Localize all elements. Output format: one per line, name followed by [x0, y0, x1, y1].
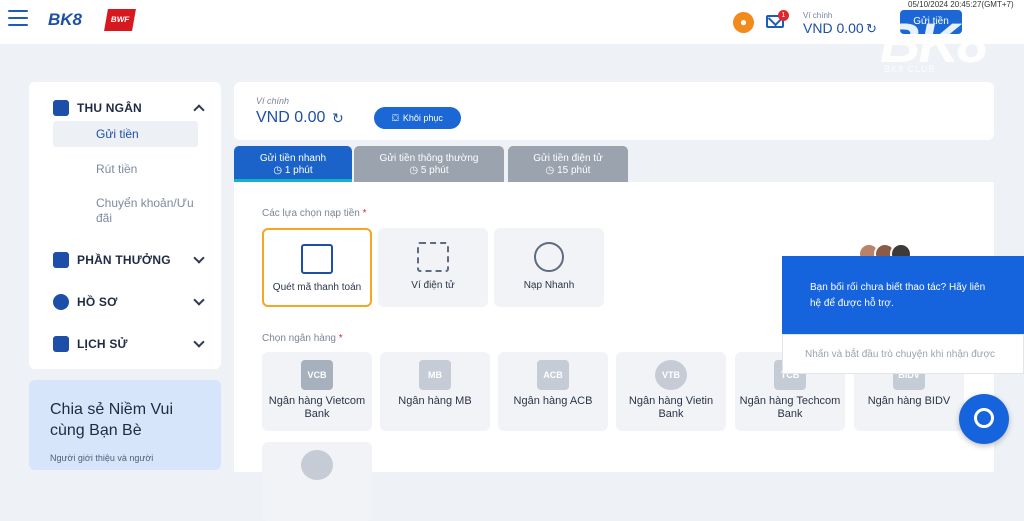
bk8-watermark-logo: BK8: [880, 11, 988, 74]
bank-logo-icon: [301, 450, 333, 480]
vietinbank-logo-icon: VTB: [655, 360, 687, 390]
share-text: Người giới thiệu và người: [50, 453, 154, 463]
sidebar-item-profile[interactable]: HỒ SƠ: [53, 294, 205, 310]
clock-icon: ◷: [409, 165, 421, 176]
bwf-logo: BWF: [104, 9, 136, 31]
gift-icon: ⛋: [392, 112, 399, 123]
tab-crypto-deposit[interactable]: Gửi tiền điện tử ◷ 15 phút: [508, 146, 628, 182]
method-label: Ví điện tử: [411, 280, 455, 291]
bank-more[interactable]: [262, 442, 372, 521]
bank-label: Ngân hàng Vietin Bank: [628, 395, 714, 420]
refresh-icon[interactable]: ↻: [332, 110, 344, 127]
tab-label: Gửi tiền nhanh: [259, 153, 327, 164]
sidebar: THU NGÂN Gửi tiền Rút tiền Chuyển khoản/…: [29, 82, 221, 369]
wallet-value: VND 0.00: [256, 109, 326, 126]
bank-label: Ngân hàng MB: [398, 395, 472, 407]
header-wallet-label: Ví chính: [803, 11, 833, 20]
qr-code-icon: [417, 242, 449, 272]
method-label: Quét mã thanh toán: [272, 282, 362, 293]
document-icon: [53, 336, 69, 352]
header-wallet-value: VND 0.00: [803, 20, 864, 36]
bk8-watermark-subtitle: BK8 CLUB: [884, 64, 936, 74]
chevron-up-icon: [193, 104, 205, 116]
chat-bubble-icon[interactable]: [959, 394, 1009, 444]
chat-message: Bạn bối rối chưa biết thao tác? Hãy liên…: [782, 256, 1024, 334]
bank-vietinbank[interactable]: VTB Ngân hàng Vietin Bank: [616, 352, 726, 431]
method-qr-scan[interactable]: Quét mã thanh toán: [262, 228, 372, 307]
tab-label: Gửi tiền thông thường: [379, 153, 479, 164]
person-icon: [53, 294, 69, 310]
menu-icon[interactable]: [8, 10, 28, 26]
restore-button-label: Khôi phục: [402, 113, 443, 123]
wallet-icon: [53, 100, 69, 116]
method-e-wallet[interactable]: Ví điện tử: [378, 228, 488, 307]
bank-label: Ngân hàng Techcom Bank: [739, 395, 841, 420]
vietcombank-logo-icon: VCB: [301, 360, 333, 390]
method-quick-deposit[interactable]: Nạp Nhanh: [494, 228, 604, 307]
deposit-options-label: Các lựa chọn nạp tiền *: [262, 208, 367, 219]
chevron-down-icon: [193, 294, 205, 306]
tab-time: 1 phút: [284, 165, 313, 176]
tab-fast-deposit[interactable]: Gửi tiền nhanh ◷ 1 phút: [234, 146, 352, 182]
bank-select-label: Chọn ngân hàng *: [262, 333, 343, 344]
tab-label: Gửi tiền điện tử: [533, 153, 603, 164]
tab-time: 15 phút: [557, 165, 591, 176]
chevron-down-icon: [193, 336, 205, 348]
section-label-text: Chọn ngân hàng: [262, 333, 336, 344]
bank-mb[interactable]: MB Ngân hàng MB: [380, 352, 490, 431]
tab-time: 5 phút: [420, 165, 449, 176]
main-wallet-card: Ví chính VND 0.00 ↻ ⛋ Khôi phục: [234, 82, 994, 140]
mail-badge: 1: [778, 10, 789, 21]
sidebar-item-deposit[interactable]: Gửi tiền: [53, 121, 198, 147]
share-title: Chia sẻ Niềm Vui cùng Bạn Bè: [50, 401, 174, 439]
sidebar-item-withdraw[interactable]: Rút tiền: [96, 162, 137, 176]
bank-vietcombank[interactable]: VCB Ngân hàng Vietcom Bank: [262, 352, 372, 431]
wallet-label: Ví chính: [256, 96, 290, 106]
bk8-logo[interactable]: BK8: [48, 10, 82, 30]
chat-input[interactable]: Nhấn và bắt đầu trò chuyện khi nhận được: [782, 334, 1024, 374]
dollar-coin-icon: [534, 242, 564, 272]
sidebar-item-transfer[interactable]: Chuyển khoản/Ưu đãi: [96, 196, 196, 226]
tab-normal-deposit[interactable]: Gửi tiền thông thường ◷ 5 phút: [354, 146, 504, 182]
top-bar: BK8 BWF 05/10/2024 20:45:27(GMT+7) ● 1 V…: [0, 0, 1024, 44]
bank-label: Ngân hàng Vietcom Bank: [268, 395, 366, 420]
sidebar-item-rewards[interactable]: PHẦN THƯỞNG: [53, 252, 205, 268]
chevron-down-icon: [193, 252, 205, 264]
qr-scan-icon: [301, 244, 333, 274]
user-icon[interactable]: ●: [733, 12, 754, 33]
coins-icon: [53, 252, 69, 268]
method-label: Nạp Nhanh: [523, 280, 575, 291]
clock-icon: ◷: [545, 165, 558, 176]
sidebar-item-cashier[interactable]: THU NGÂN: [53, 100, 205, 116]
section-label-text: Các lựa chọn nạp tiền: [262, 208, 360, 219]
share-promo-card[interactable]: Chia sẻ Niềm Vui cùng Bạn Bè Người giới …: [29, 380, 221, 470]
sidebar-item-label: HỒ SƠ: [77, 295, 118, 309]
restore-button[interactable]: ⛋ Khôi phục: [374, 107, 461, 129]
sidebar-item-label: LỊCH SỬ: [77, 337, 128, 351]
sidebar-item-label: THU NGÂN: [77, 101, 142, 115]
acb-logo-icon: ACB: [537, 360, 569, 390]
sidebar-item-label: PHẦN THƯỞNG: [77, 253, 171, 267]
datetime: 05/10/2024 20:45:27(GMT+7): [908, 0, 1014, 9]
bank-acb[interactable]: ACB Ngân hàng ACB: [498, 352, 608, 431]
bank-label: Ngân hàng BIDV: [867, 395, 951, 407]
bank-label: Ngân hàng ACB: [513, 395, 593, 407]
mb-logo-icon: MB: [419, 360, 451, 390]
refresh-icon[interactable]: ↻: [866, 21, 877, 37]
sidebar-item-history[interactable]: LỊCH SỬ: [53, 336, 205, 352]
clock-icon: ◷: [273, 165, 285, 176]
